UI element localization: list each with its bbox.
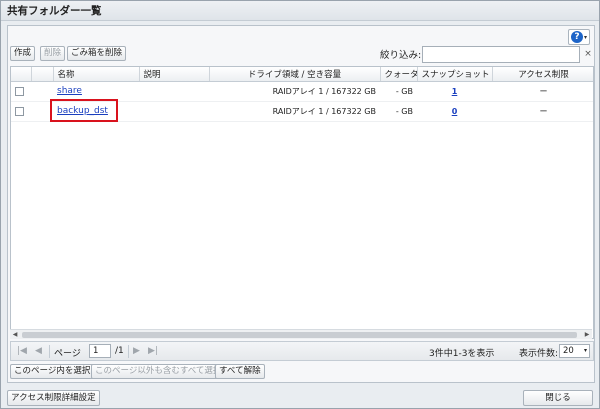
delete-button[interactable]: 削除 [40,46,66,61]
per-page-select[interactable]: 20 ▾ [559,344,590,358]
chevron-down-icon: ▾ [583,347,587,354]
folder-table: 名称 説明 ドライブ領域 / 空き容量 クォータ スナップショット アクセス制限… [10,66,594,339]
drive-cell: RAIDアレイ 1 / 167322 GB [209,81,380,102]
chevron-down-icon: ▾ [583,33,587,41]
access-cell: ー [492,81,593,102]
row-checkbox[interactable] [15,86,24,96]
column-header-quota[interactable]: クォータ [380,67,418,82]
select-all-pages-button[interactable]: このページ以外も含むすべて選択 [91,364,226,379]
folder-name-link[interactable]: share [57,86,82,96]
column-header-name[interactable]: 名称 [53,67,140,82]
total-pages: /1 [115,346,124,356]
filter-input[interactable] [422,46,580,63]
horizontal-scrollbar[interactable]: ◀ ▶ [10,329,592,339]
prev-page-icon[interactable]: ◀ [35,346,42,356]
clear-selection-button[interactable]: すべて解除 [215,364,265,379]
window-title: 共有フォルダー一覧 [1,1,599,21]
quota-cell: - GB [380,101,417,122]
snapshot-link[interactable]: 0 [452,107,458,116]
column-header-access[interactable]: アクセス制限 [492,67,593,82]
row-icon-cell [31,81,53,102]
filter-label: 絞り込み: [380,50,422,61]
per-page-value: 20 [563,346,574,356]
result-summary: 3件中1-3を表示 [429,349,495,359]
folder-name-cell: share [53,81,139,102]
first-page-icon[interactable]: |◀ [17,346,27,356]
header-select-column [11,67,32,82]
table-header-row: 名称 説明 ドライブ領域 / 空き容量 クォータ スナップショット アクセス制限 [11,67,593,82]
row-checkbox[interactable] [15,106,24,116]
select-page-button[interactable]: このページ内を選択 [10,364,95,379]
folder-description-cell [139,81,209,102]
scroll-left-icon[interactable]: ◀ [10,330,20,340]
snapshot-cell: 1 [417,81,492,102]
next-page-icon[interactable]: ▶ [133,346,140,356]
table-row[interactable]: backup_dst RAIDアレイ 1 / 167322 GB - GB 0 … [11,101,593,122]
header-icon-column [31,67,54,82]
table-row[interactable]: share RAIDアレイ 1 / 167322 GB - GB 1 ー [11,81,593,102]
snapshot-cell: 0 [417,101,492,122]
access-cell: ー [492,101,593,122]
column-header-description[interactable]: 説明 [139,67,210,82]
help-button[interactable]: ? ▾ [568,29,590,45]
clear-filter-icon[interactable]: × [582,46,594,63]
help-icon: ? [570,31,583,43]
column-header-snapshot[interactable]: スナップショット [417,67,493,82]
column-header-drive[interactable]: ドライブ領域 / 空き容量 [209,67,381,82]
last-page-icon[interactable]: ▶| [148,346,158,356]
shared-folder-panel: ? ▾ 作成 削除 ごみ箱を削除 絞り込み: × 名称 説明 ドライブ領域 / … [7,25,595,383]
scroll-right-icon[interactable]: ▶ [582,330,592,340]
drive-cell: RAIDアレイ 1 / 167322 GB [209,101,380,122]
scrollbar-thumb[interactable] [22,332,577,338]
page-label: ページ [54,349,81,359]
page-number-input[interactable]: 1 [89,344,111,358]
folder-description-cell [139,101,209,122]
quota-cell: - GB [380,81,417,102]
divider [128,345,129,358]
folder-name-link[interactable]: backup_dst [57,106,108,116]
empty-trash-button[interactable]: ごみ箱を削除 [67,46,127,61]
access-detail-button[interactable]: アクセス制限詳細設定 [7,390,100,406]
divider [49,345,50,358]
create-button[interactable]: 作成 [10,46,36,61]
close-button[interactable]: 閉じる [523,390,593,406]
pagination-bar: |◀ ◀ ページ 1 /1 ▶ ▶| 3件中1-3を表示 表示件数: 20 ▾ [10,341,594,361]
row-checkbox-cell [11,81,31,102]
folder-name-cell: backup_dst [53,101,139,122]
per-page-label: 表示件数: [519,349,559,359]
snapshot-link[interactable]: 1 [452,87,458,96]
row-icon-cell [31,101,53,122]
row-checkbox-cell [11,101,31,122]
shared-folder-window: 共有フォルダー一覧 ? ▾ 作成 削除 ごみ箱を削除 絞り込み: × 名称 説明… [0,0,600,409]
